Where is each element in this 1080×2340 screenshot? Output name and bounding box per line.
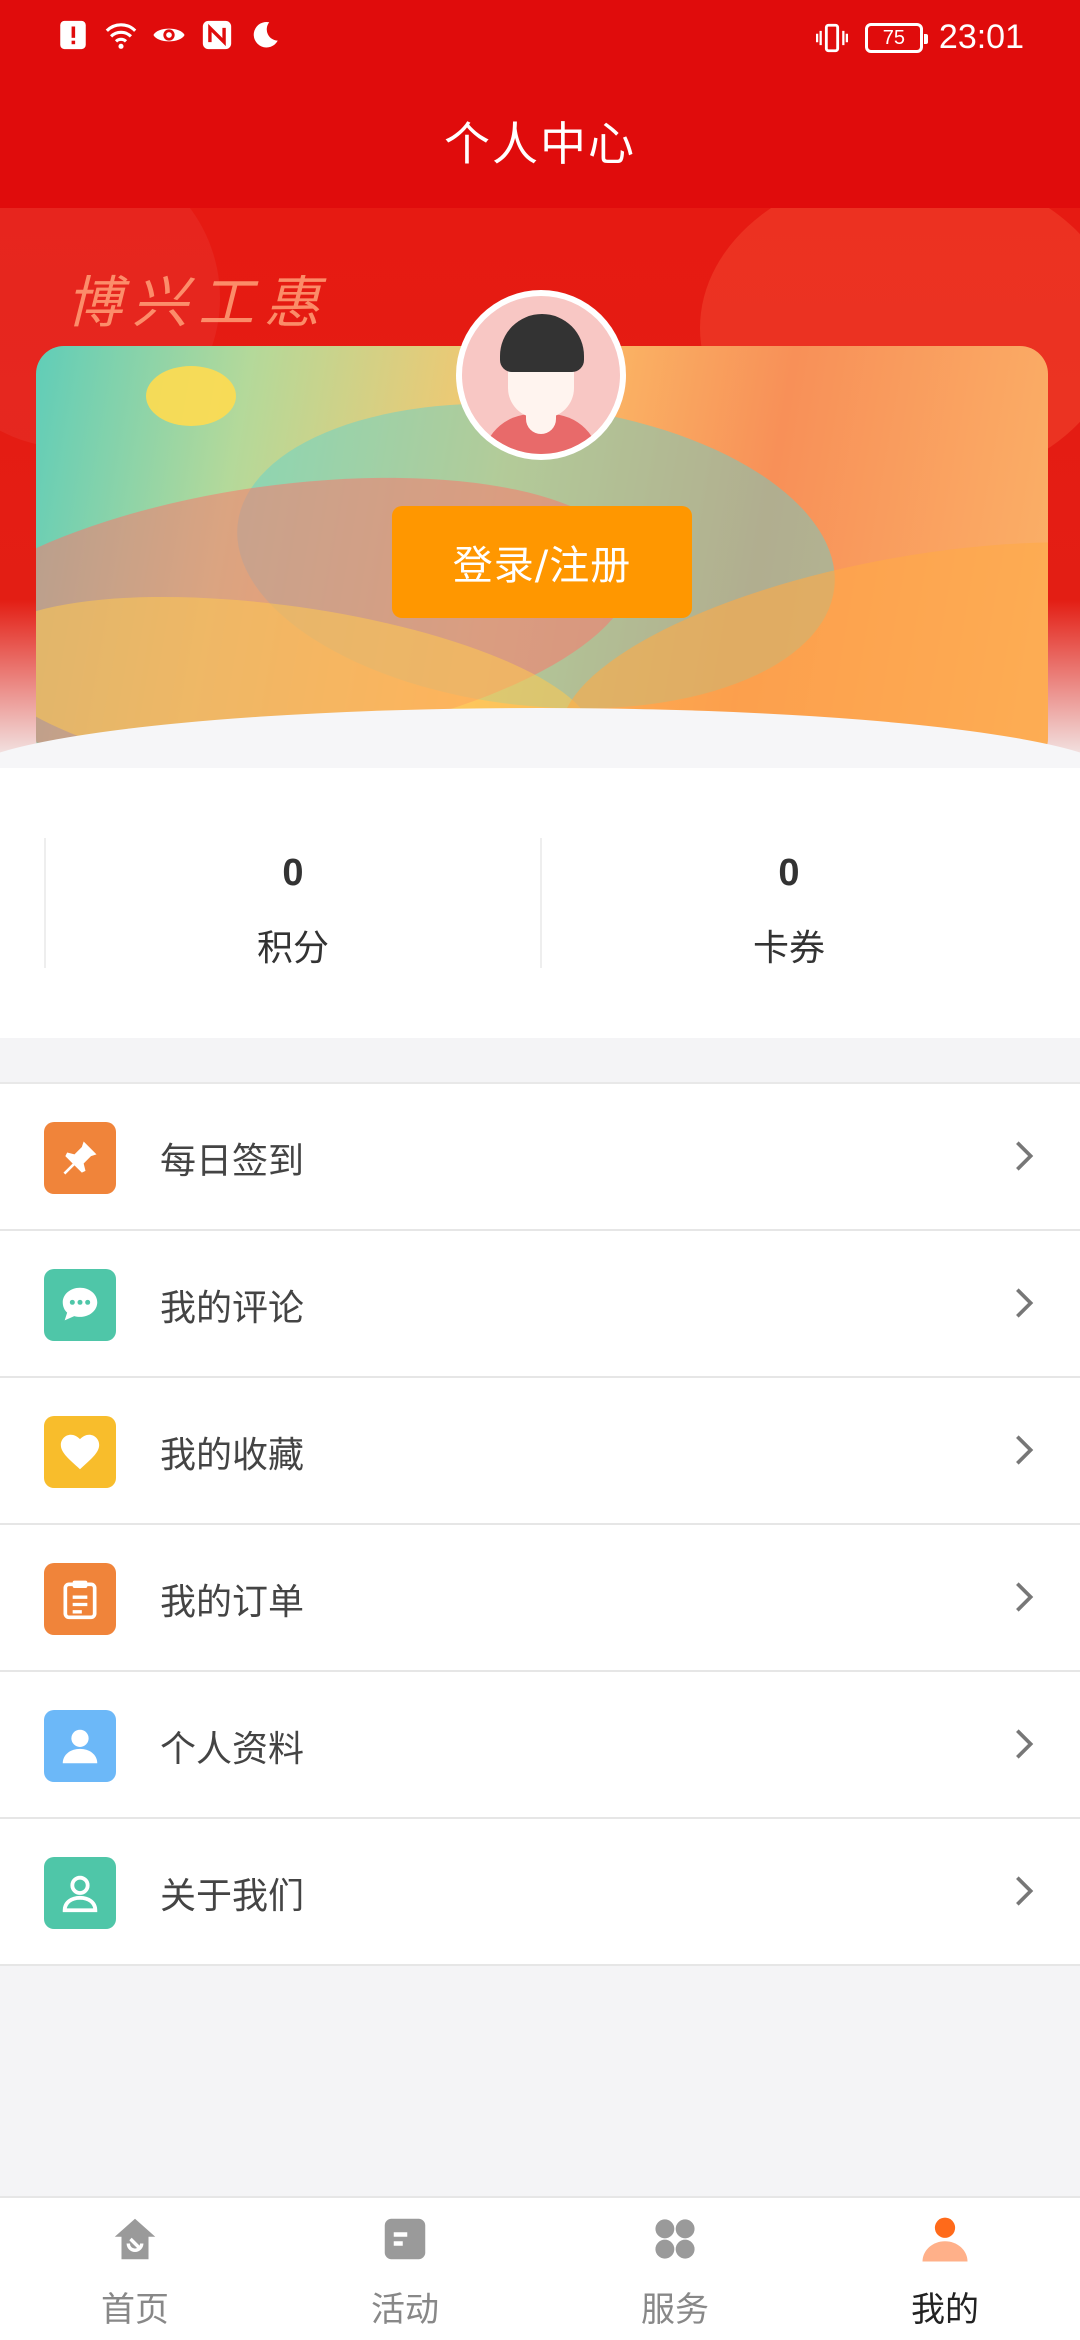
tab-home[interactable]: 首页 — [0, 2198, 270, 2340]
status-time: 23:01 — [938, 18, 1024, 56]
chevron-right-icon — [1016, 1876, 1034, 1906]
stat-label: 积分 — [256, 928, 329, 969]
bottom-tab-bar: 首页 活动 服务 我的 — [0, 2196, 1080, 2340]
moon-icon — [253, 21, 278, 48]
stats-panel: 0 积分 0 卡券 — [0, 768, 1080, 1038]
heart-icon — [44, 1416, 116, 1488]
status-right: 75 23:01 — [815, 18, 1024, 57]
tab-services[interactable]: 服务 — [540, 2198, 810, 2340]
tab-label: 服务 — [641, 2290, 709, 2330]
alert-icon — [60, 20, 86, 50]
menu-list: 每日签到 我的评论 我的收藏 我的订单 个人资料 关于我们 — [0, 1082, 1080, 1966]
stat-label: 卡券 — [752, 928, 825, 969]
user-outline-icon — [44, 1857, 116, 1929]
menu-label: 每日签到 — [160, 1141, 305, 1182]
stat-coupons[interactable]: 0 卡券 — [540, 838, 1038, 969]
menu-label: 关于我们 — [160, 1876, 305, 1917]
battery-indicator: 75 — [864, 22, 928, 53]
vibrate-icon — [815, 23, 848, 52]
menu-item-my-orders[interactable]: 我的订单 — [0, 1525, 1080, 1672]
activity-icon — [384, 2218, 426, 2260]
menu-item-daily-checkin[interactable]: 每日签到 — [0, 1084, 1080, 1231]
brand-calligraphy: 博兴工惠 — [66, 271, 330, 336]
menu-label: 我的订单 — [160, 1582, 305, 1623]
pin-icon — [44, 1122, 116, 1194]
chevron-right-icon — [1016, 1729, 1034, 1759]
menu-item-profile-info[interactable]: 个人资料 — [0, 1672, 1080, 1819]
eye-icon — [153, 28, 185, 42]
chevron-right-icon — [1016, 1435, 1034, 1465]
tab-label: 我的 — [911, 2290, 979, 2330]
stat-value: 0 — [778, 852, 800, 894]
status-left — [56, 18, 282, 52]
nfc-icon — [202, 20, 232, 50]
wifi-icon — [105, 23, 137, 49]
chevron-right-icon — [1016, 1141, 1034, 1171]
chevron-right-icon — [1016, 1582, 1034, 1612]
user-icon — [44, 1710, 116, 1782]
profile-icon — [922, 2217, 968, 2262]
comment-icon — [44, 1269, 116, 1341]
home-icon — [114, 2218, 156, 2260]
menu-item-my-favorites[interactable]: 我的收藏 — [0, 1378, 1080, 1525]
chevron-right-icon — [1016, 1288, 1034, 1318]
status-bar: 75 23:01 — [0, 0, 1080, 76]
stat-value: 0 — [282, 852, 304, 894]
tab-label: 首页 — [101, 2290, 169, 2330]
grid-icon — [655, 2219, 695, 2259]
menu-label: 个人资料 — [160, 1729, 305, 1770]
tab-label: 活动 — [371, 2290, 439, 2330]
menu-item-my-comments[interactable]: 我的评论 — [0, 1231, 1080, 1378]
profile-banner: 博兴工惠 — [0, 208, 1080, 768]
page-title: 个人中心 — [444, 117, 636, 171]
menu-item-about-us[interactable]: 关于我们 — [0, 1819, 1080, 1966]
clipboard-icon — [44, 1563, 116, 1635]
tab-mine[interactable]: 我的 — [810, 2198, 1080, 2340]
menu-label: 我的评论 — [160, 1288, 305, 1329]
stat-points[interactable]: 0 积分 — [44, 838, 542, 969]
menu-label: 我的收藏 — [160, 1435, 305, 1476]
tab-activity[interactable]: 活动 — [270, 2198, 540, 2340]
avatar[interactable] — [456, 290, 626, 460]
login-register-button[interactable]: 登录/注册 — [392, 506, 692, 618]
